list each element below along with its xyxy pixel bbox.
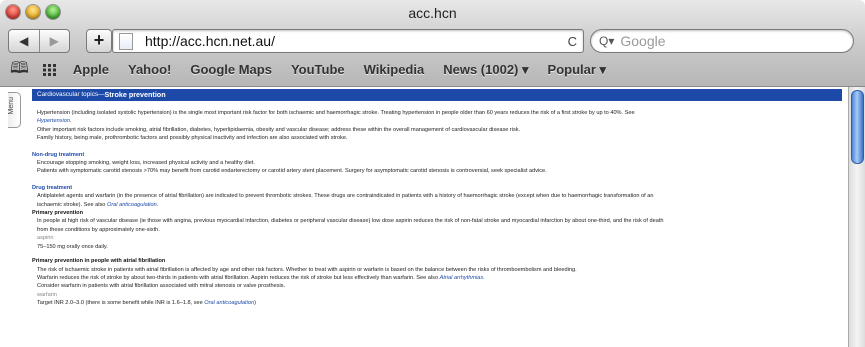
non-drug-line-2: Patients with symptomatic carotid stenos… [37, 168, 547, 175]
back-button[interactable]: ◀ [9, 30, 39, 52]
oral-anticoagulation-link-2[interactable]: Oral anticoagulation [204, 300, 254, 306]
af-line-1: The risk of ischaemic stroke in patients… [37, 266, 577, 273]
af-line-3: Consider warfarin in patients with atria… [37, 283, 286, 290]
non-drug-section: Encourage stopping smoking, weight loss,… [32, 159, 842, 176]
intro-line-1: Hypertension (including isolated systoli… [37, 109, 842, 117]
topic-title: Stroke prevention [104, 89, 166, 99]
af-line-2: Warfarin reduces the risk of stroke by a… [37, 274, 485, 281]
intro-section: Hypertension (including isolated systoli… [32, 109, 842, 143]
bookmark-yahoo[interactable]: Yahoo! [128, 62, 171, 78]
bookmarks-book-icon[interactable]: 🕮 [10, 57, 29, 84]
bookmark-wikipedia[interactable]: Wikipedia [364, 62, 425, 78]
page-icon [119, 32, 133, 50]
intro-line-3: Family history, being male, prothromboti… [37, 135, 348, 142]
drug-heading: Drug treatment [32, 184, 73, 191]
bookmark-popular-menu[interactable]: Popular ▾ [548, 62, 607, 78]
non-drug-heading: Non-drug treatment [32, 151, 85, 158]
primary-prevention-heading: Primary prevention [32, 210, 83, 217]
scrollbar-thumb[interactable] [851, 90, 864, 164]
af-heading: Primary prevention in people with atrial… [32, 258, 166, 265]
forward-arrow-icon: ▶ [49, 34, 59, 48]
drug-section: Antiplatelet agents and warfarin (in the… [32, 192, 842, 209]
intro-line-2: Other important risk factors include smo… [37, 126, 521, 133]
primary-line-1: In people at high risk of vascular disea… [37, 218, 664, 225]
topic-prefix: Cardiovascular topics— [37, 90, 105, 98]
hypertension-link[interactable]: Hypertension [37, 118, 70, 124]
search-icon[interactable]: Q▾ [599, 34, 614, 48]
aspirin-drug-name: aspirin [37, 235, 54, 242]
top-sites-grid-icon[interactable] [42, 64, 57, 76]
search-field[interactable]: Q▾ Google [590, 29, 854, 53]
intro-line-1-text: Hypertension (including isolated systoli… [37, 110, 635, 116]
history-buttons: ◀ ▶ [8, 29, 70, 53]
page-content: Menu Cardiovascular topics— Stroke preve… [0, 87, 849, 347]
af-section: The risk of ischaemic stroke in patients… [32, 266, 842, 308]
atrial-arrhythmias-link[interactable]: Atrial arrhythmias [440, 275, 484, 281]
bookmark-items: Apple Yahoo! Google Maps YouTube Wikiped… [73, 62, 606, 78]
aspirin-dose: 75–150 mg orally once daily. [37, 243, 108, 250]
bookmark-youtube[interactable]: YouTube [291, 62, 345, 78]
topic-header: Cardiovascular topics— Stroke prevention [32, 89, 842, 101]
bookmarks-bar: 🕮 Apple Yahoo! Google Maps YouTube Wikip… [0, 55, 865, 85]
af-line-4: Target INR 2.0–3.0 (there is some benefi… [37, 300, 256, 307]
warfarin-drug-name: warfarin [37, 291, 57, 298]
primary-prevention-section: In people at high risk of vascular disea… [32, 217, 842, 251]
menu-tab-label: Menu [8, 97, 15, 115]
drug-line-2: ischaemic stroke). See also Oral anticoa… [37, 201, 159, 208]
bookmark-google-maps[interactable]: Google Maps [190, 62, 272, 78]
add-bookmark-button[interactable]: + [86, 29, 112, 53]
back-arrow-icon: ◀ [19, 34, 29, 48]
af-line-4-text: Target INR 2.0–3.0 (there is some benefi… [37, 300, 203, 307]
address-bar[interactable]: http://acc.hcn.net.au/ C [112, 29, 584, 53]
menu-tab[interactable]: Menu [8, 92, 21, 128]
forward-button[interactable]: ▶ [38, 30, 70, 52]
browser-window: acc.hcn ◀ ▶ + http://acc.hcn.net.au/ C Q… [0, 0, 865, 347]
bookmark-news-menu[interactable]: News (1002) ▾ [443, 62, 528, 78]
url-text[interactable]: http://acc.hcn.net.au/ [145, 33, 275, 49]
drug-line-2-text: ischaemic stroke). See also [37, 201, 106, 208]
intro-line-1-cont: Hypertension. [37, 118, 72, 125]
plus-icon: + [93, 30, 105, 50]
bookmark-apple[interactable]: Apple [73, 62, 109, 78]
window-title: acc.hcn [408, 5, 457, 21]
primary-line-2: from these conditions by approximately o… [37, 226, 160, 233]
af-line-2-text: Warfarin reduces the risk of stroke by a… [37, 274, 439, 281]
drug-line-1: Antiplatelet agents and warfarin (in the… [37, 193, 654, 200]
non-drug-line-1: Encourage stopping smoking, weight loss,… [37, 160, 255, 167]
reload-icon[interactable]: C [568, 34, 577, 49]
search-placeholder[interactable]: Google [620, 33, 665, 49]
browser-chrome: acc.hcn ◀ ▶ + http://acc.hcn.net.au/ C Q… [0, 0, 865, 87]
vertical-scrollbar[interactable] [848, 87, 865, 347]
article: Cardiovascular topics— Stroke prevention… [32, 87, 842, 308]
oral-anticoagulation-link[interactable]: Oral anticoagulation [107, 202, 157, 208]
